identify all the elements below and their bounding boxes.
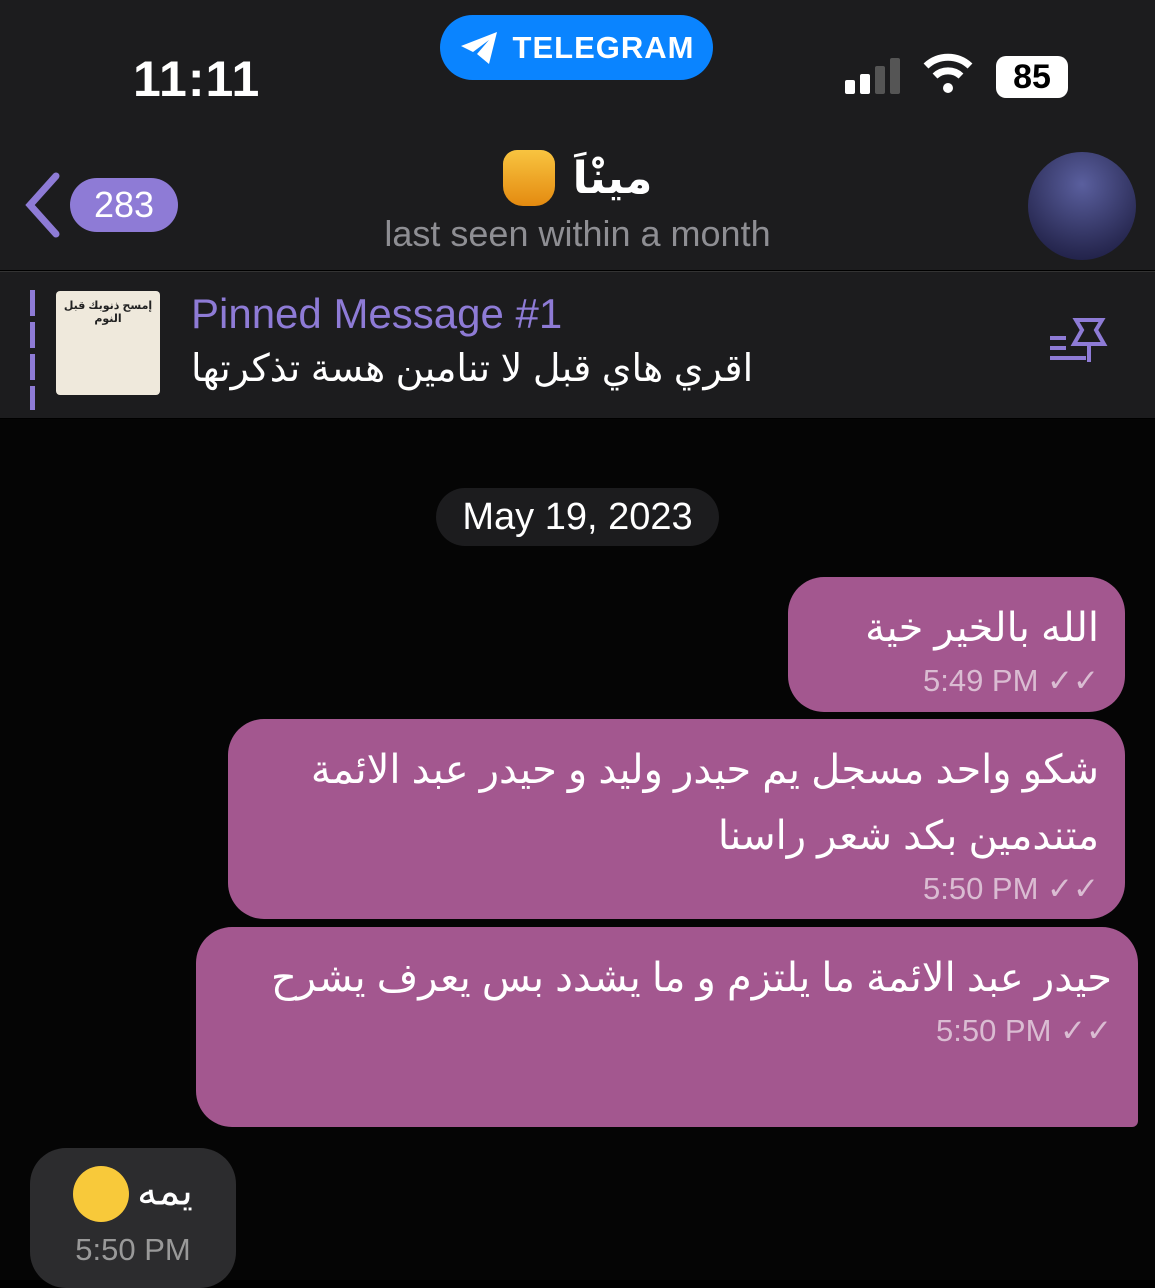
message-bubble[interactable]: حيدر عبد الائمة ما يلتزم و ما يشدد بس يع… <box>196 927 1138 1127</box>
pinned-title: Pinned Message #1 <box>191 290 563 337</box>
message-text: حيدر عبد الائمة ما يلتزم و ما يشدد بس يع… <box>270 956 1112 1000</box>
pinned-thumbnail: إمسح ذنوبك قبل النوم <box>56 291 160 395</box>
pinned-text: اقري هاي قبل لا تنامين هسة تذكرتها <box>191 348 754 390</box>
battery-indicator: 85 <box>996 56 1068 98</box>
contact-name: مينْاَ <box>572 153 653 203</box>
honey-pot-icon <box>502 150 555 206</box>
message-bubble[interactable]: شكو واحد مسجل يم حيدر وليد و حيدر عبد ال… <box>228 719 1125 919</box>
wifi-icon <box>923 53 973 93</box>
status-time: 11:11 <box>133 51 261 107</box>
chat-area[interactable]: May 19, 2023 الله بالخير خية 5:49 PM ✓✓ … <box>0 419 1155 1288</box>
chat-title[interactable]: مينْاَ <box>0 150 1155 206</box>
telegram-label: TELEGRAM <box>512 29 695 65</box>
pinned-message-bar[interactable]: إمسح ذنوبك قبل النوم Pinned Message #1 ا… <box>0 271 1155 418</box>
header: 11:11 TELEGRAM 85 283 مينْاَ last seen w… <box>0 0 1155 270</box>
pin-indicator <box>30 290 35 410</box>
message-text: الله بالخير خية <box>865 606 1099 650</box>
telegram-plane-icon <box>460 31 497 64</box>
message-bubble[interactable]: الله بالخير خية 5:49 PM ✓✓ <box>788 577 1125 712</box>
message-text: يمه <box>137 1169 193 1214</box>
message-time: 5:50 PM <box>75 1232 191 1267</box>
message-time: 5:50 PM ✓✓ <box>935 1013 1112 1048</box>
message-time: 5:50 PM ✓✓ <box>922 871 1099 906</box>
crying-smile-emoji-icon <box>73 1166 130 1222</box>
incoming-message-bubble[interactable]: يمه 5:50 PM <box>30 1148 236 1288</box>
telegram-badge[interactable]: TELEGRAM <box>440 15 713 80</box>
message-text: شكو واحد مسجل يم حيدر وليد و حيدر عبد ال… <box>310 748 1099 858</box>
pin-list-icon[interactable] <box>1046 316 1110 372</box>
signal-icon <box>845 58 900 94</box>
date-separator: May 19, 2023 <box>436 488 719 546</box>
avatar[interactable] <box>1028 152 1136 260</box>
message-time: 5:49 PM ✓✓ <box>922 663 1099 698</box>
last-seen: last seen within a month <box>384 213 771 254</box>
